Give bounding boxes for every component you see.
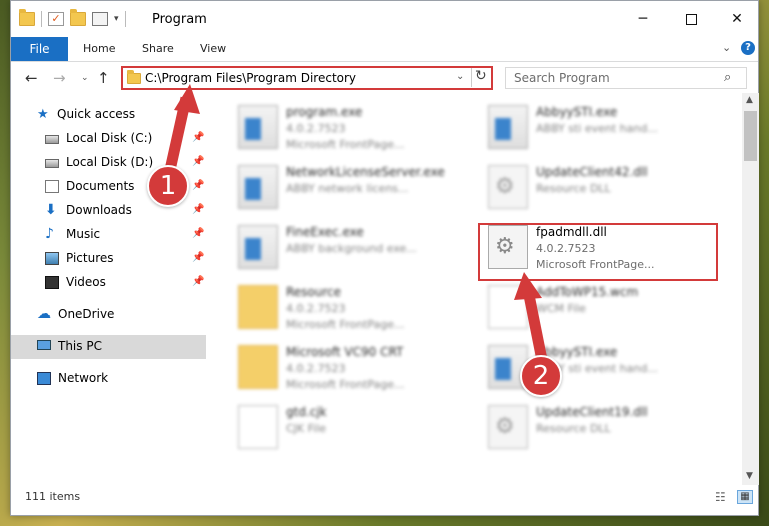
arrow-2-shaft: [522, 288, 548, 362]
arrow-1-head: [174, 84, 200, 114]
step-1-callout: 1: [147, 165, 189, 207]
arrow-2-head: [514, 272, 542, 300]
step-2-callout: 2: [520, 355, 562, 397]
annotation-arrow-1: [164, 84, 548, 362]
